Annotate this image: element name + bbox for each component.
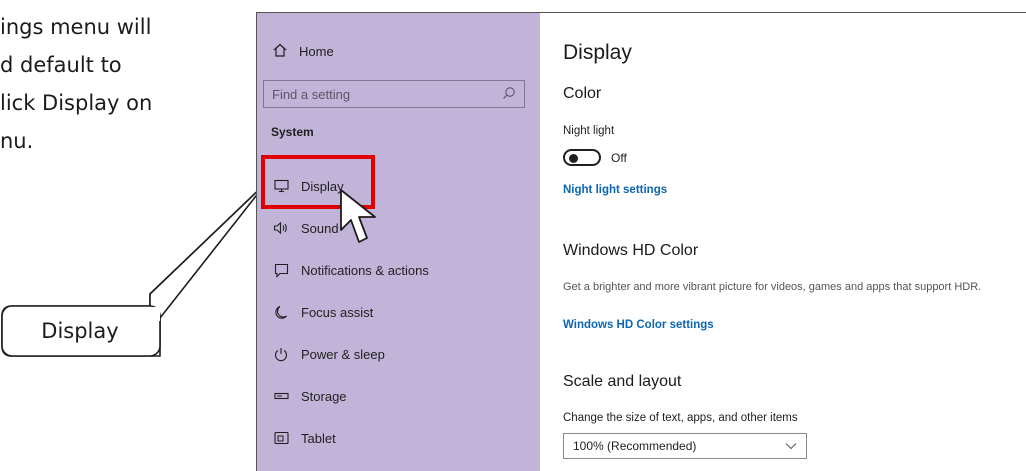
night-light-toggle[interactable] [563, 149, 601, 166]
sidebar-item-sound[interactable]: Sound [273, 220, 339, 236]
callout-label: Display [41, 319, 119, 343]
notification-icon [273, 262, 289, 278]
power-icon [273, 346, 289, 362]
scale-layout-heading: Scale and layout [563, 373, 682, 390]
scale-dropdown[interactable]: 100% (Recommended) [563, 433, 807, 459]
sidebar-item-label: Storage [301, 388, 347, 404]
sidebar-item-label: Display [301, 178, 344, 194]
sidebar-item-focus-assist[interactable]: Focus assist [273, 304, 373, 320]
sidebar-item-power-sleep[interactable]: Power & sleep [273, 346, 385, 362]
hd-color-description: Get a brighter and more vibrant picture … [563, 281, 982, 293]
sidebar-item-label: Power & sleep [301, 346, 385, 362]
search-placeholder: Find a setting [272, 86, 351, 102]
toggle-knob [569, 154, 578, 163]
toggle-state: Off [611, 151, 627, 165]
color-heading: Color [563, 85, 602, 102]
mouse-pointer-icon [340, 189, 376, 243]
speaker-icon [273, 220, 289, 236]
tutorial-text: ings menu will d default to lick Display… [0, 8, 240, 160]
night-light-label: Night light [563, 125, 615, 137]
sidebar-item-label: Focus assist [301, 304, 374, 320]
sidebar-home[interactable]: Home [273, 43, 334, 60]
home-label: Home [299, 44, 334, 59]
sidebar-item-storage[interactable]: Storage [273, 388, 347, 404]
home-icon [273, 43, 287, 60]
sidebar-item-label: Sound [301, 220, 339, 236]
storage-icon [273, 388, 289, 404]
section-heading: System [271, 125, 314, 139]
page-title: Display [563, 41, 632, 64]
moon-icon [273, 304, 289, 320]
sidebar-item-label: Tablet [301, 430, 336, 446]
night-light-settings-link[interactable]: Night light settings [563, 184, 667, 196]
tutorial-line: d default to [0, 53, 122, 77]
tutorial-line: ings menu will [0, 15, 152, 39]
sidebar-item-display[interactable]: Display [273, 178, 344, 194]
monitor-icon [273, 178, 289, 194]
hd-color-settings-link[interactable]: Windows HD Color settings [563, 319, 714, 331]
search-input[interactable]: Find a setting [263, 80, 525, 108]
scale-label: Change the size of text, apps, and other… [563, 412, 798, 424]
chevron-down-icon [785, 439, 797, 453]
sidebar-item-notifications[interactable]: Notifications & actions [273, 262, 429, 278]
tutorial-line: nu. [0, 129, 34, 153]
sidebar-item-label: Notifications & actions [301, 262, 429, 278]
sidebar-item-tablet[interactable]: Tablet [273, 430, 336, 446]
hd-color-heading: Windows HD Color [563, 242, 699, 259]
settings-content: Display Color Night light Off Night ligh… [540, 13, 1026, 471]
sidebar: Home Find a setting System Display Sound [257, 13, 540, 471]
tablet-icon [273, 430, 289, 446]
scale-selected-value: 100% (Recommended) [573, 439, 697, 453]
search-icon [502, 86, 516, 103]
tutorial-line: lick Display on [0, 91, 153, 115]
